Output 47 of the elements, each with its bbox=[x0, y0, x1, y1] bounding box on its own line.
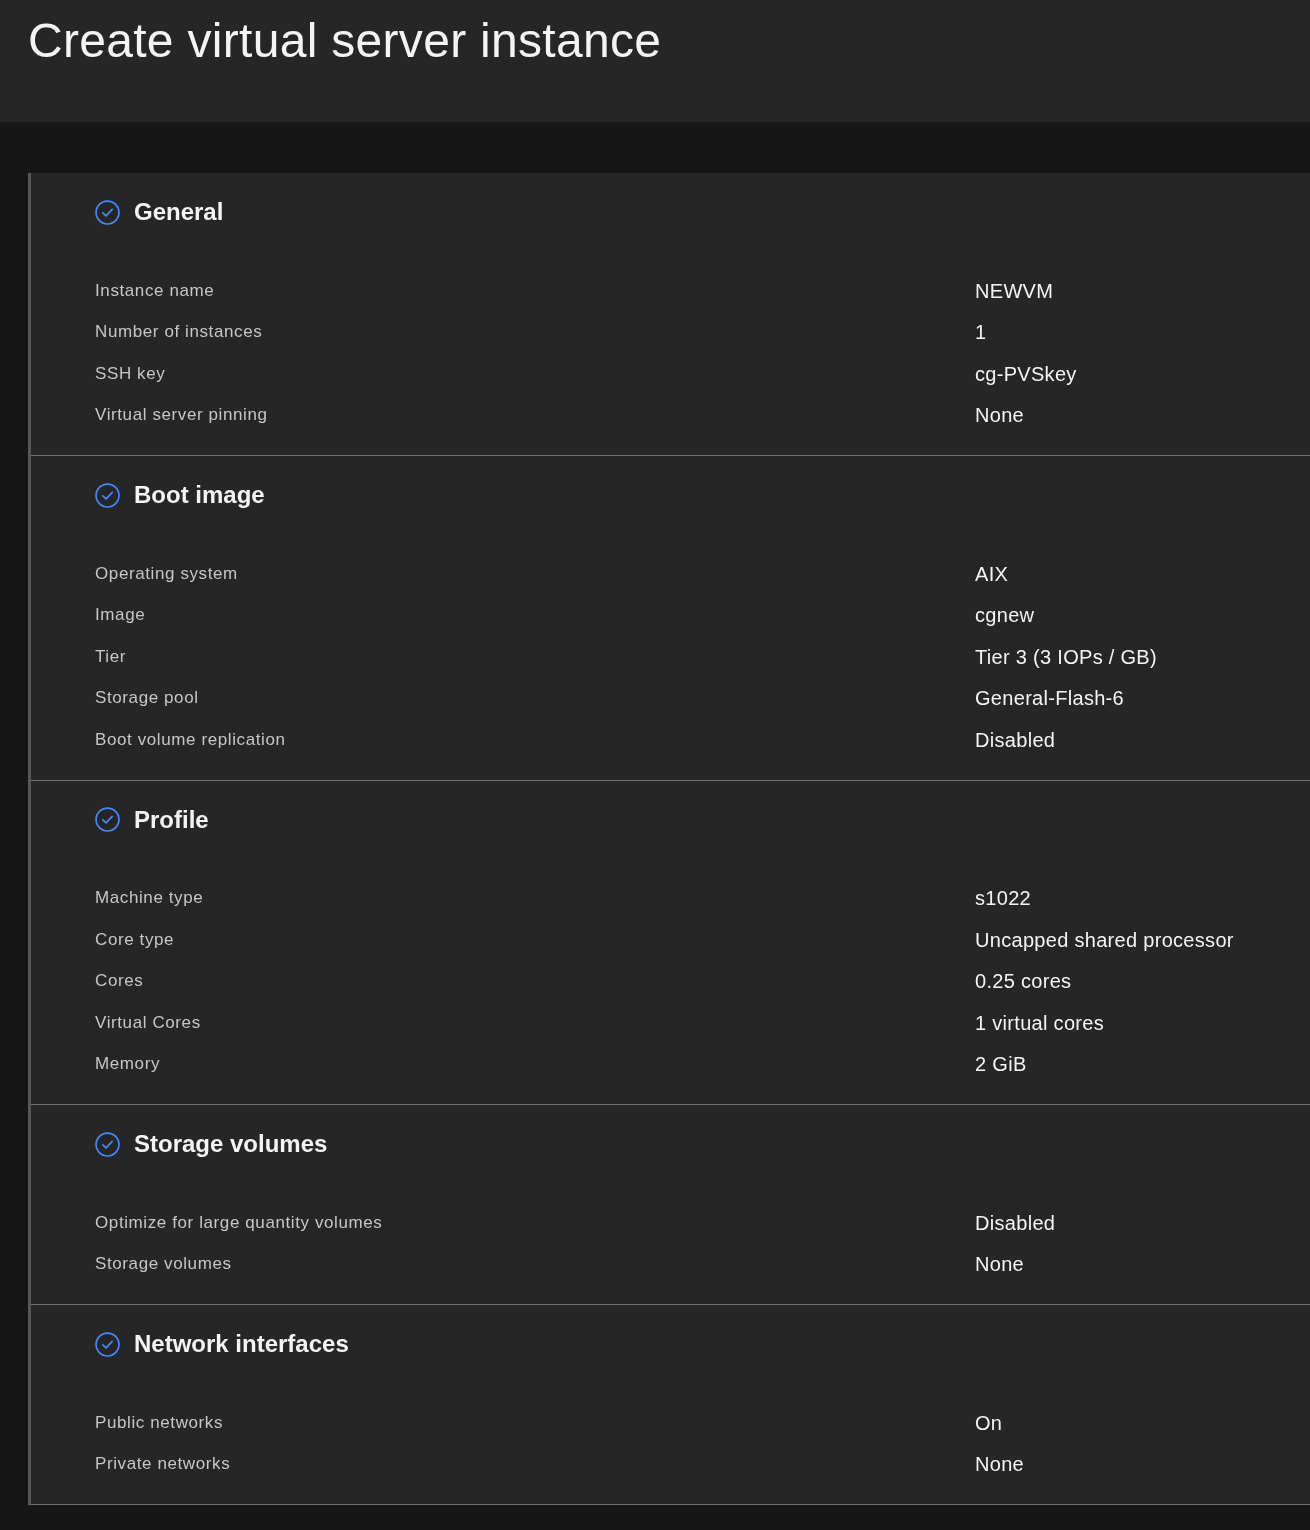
check-circle-icon bbox=[95, 807, 120, 832]
field-value: 2 GiB bbox=[975, 1052, 1027, 1077]
field-value: General-Flash-6 bbox=[975, 686, 1124, 711]
field-label: Tier bbox=[95, 645, 127, 668]
field-value: Uncapped shared processor bbox=[975, 927, 1234, 952]
field-value: 1 virtual cores bbox=[975, 1010, 1104, 1035]
field-value: Disabled bbox=[975, 1210, 1056, 1235]
field-value: On bbox=[975, 1410, 1003, 1435]
section-title: General bbox=[134, 197, 224, 227]
field-label: Private networks bbox=[95, 1453, 231, 1476]
field-label: Number of instances bbox=[95, 321, 263, 344]
section-title: Network interfaces bbox=[134, 1329, 349, 1359]
field-value: s1022 bbox=[975, 886, 1031, 911]
field-value: NEWVM bbox=[975, 278, 1054, 303]
check-circle-icon bbox=[95, 482, 120, 508]
field-label: Virtual Cores bbox=[95, 1011, 201, 1034]
field-value: cgnew bbox=[975, 603, 1035, 628]
field-label: Optimize for large quantity volumes bbox=[95, 1211, 383, 1234]
field-label: Cores bbox=[95, 970, 144, 993]
field-label: Image bbox=[95, 604, 146, 627]
field-value: cg-PVSkey bbox=[975, 361, 1077, 386]
field-value: 0.25 cores bbox=[975, 969, 1072, 994]
field-label: Core type bbox=[95, 928, 175, 951]
field-value: None bbox=[975, 1252, 1024, 1277]
section-title: Profile bbox=[134, 804, 209, 835]
field-value: AIX bbox=[975, 561, 1009, 586]
field-label: Storage volumes bbox=[95, 1253, 232, 1276]
check-circle-icon bbox=[95, 199, 120, 225]
field-label: Memory bbox=[95, 1053, 160, 1076]
page-title: Create virtual server instance bbox=[28, 13, 662, 69]
field-label: Machine type bbox=[95, 887, 204, 910]
check-circle-icon bbox=[95, 1131, 120, 1157]
field-label: Public networks bbox=[95, 1411, 224, 1434]
field-label: Boot volume replication bbox=[95, 728, 286, 751]
field-value: None bbox=[975, 403, 1024, 428]
section-title: Storage volumes bbox=[134, 1129, 328, 1159]
field-value: 1 bbox=[975, 320, 987, 345]
field-label: Instance name bbox=[95, 279, 215, 302]
field-label: Storage pool bbox=[95, 687, 199, 710]
field-label: Operating system bbox=[95, 562, 238, 585]
section-title: Boot image bbox=[134, 480, 265, 510]
field-label: Virtual server pinning bbox=[95, 404, 268, 427]
check-circle-icon bbox=[95, 1331, 120, 1357]
field-value: Tier 3 (3 IOPs / GB) bbox=[975, 644, 1157, 669]
field-label: SSH key bbox=[95, 362, 166, 385]
field-value: Disabled bbox=[975, 727, 1056, 752]
field-value: None bbox=[975, 1452, 1024, 1477]
